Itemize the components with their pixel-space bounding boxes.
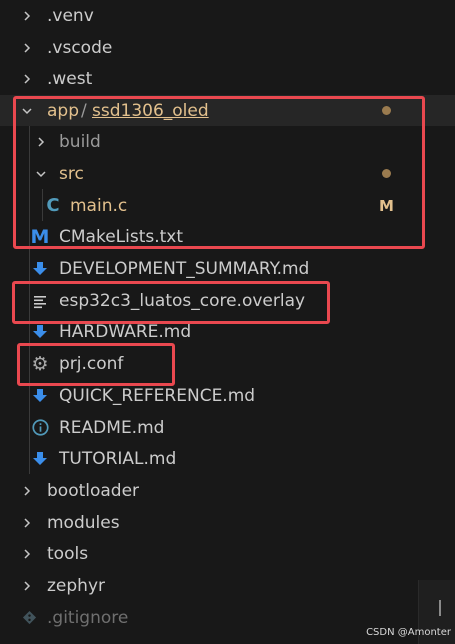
folder-label: .west [47,68,93,89]
download-arrow-icon [31,387,49,405]
tree-folder-vscode[interactable]: .vscode [0,32,455,63]
tree-folder-app-ssd1306-oled[interactable]: app / ssd1306_oled [0,95,455,126]
chevron-right-icon [20,547,34,561]
lines-file-icon [31,292,49,310]
chevron-right-icon [20,516,34,530]
chevron-right-icon [20,41,34,55]
tree-folder-src[interactable]: src [0,158,455,189]
file-label: main.c [70,195,128,216]
download-arrow-icon [31,260,49,278]
git-status-letter: M [379,196,394,215]
chevron-down-icon [34,167,48,181]
path-separator: / [81,100,87,121]
folder-label: bootloader [47,480,140,501]
file-label: DEVELOPMENT_SUMMARY.md [59,258,310,279]
folder-label: .venv [47,5,94,26]
tree-folder-tools[interactable]: tools [0,538,455,569]
cmake-file-icon: M [30,225,50,248]
tree-file-development-summary[interactable]: DEVELOPMENT_SUMMARY.md [0,253,455,284]
modified-dot [382,106,391,115]
folder-label: zephyr [47,575,105,596]
tree-file-overlay[interactable]: esp32c3_luatos_core.overlay [0,285,455,316]
tree-file-prj-conf[interactable]: ⚙ prj.conf [0,348,455,379]
panel-divider [439,600,441,616]
folder-label: .vscode [47,37,113,58]
file-label: CMakeLists.txt [59,226,184,247]
folder-label: ssd1306_oled [92,100,209,121]
chevron-right-icon [34,135,48,149]
tree-folder-west[interactable]: .west [0,63,455,94]
info-icon [31,419,49,437]
file-label: .gitignore [47,607,129,628]
watermark-text: CSDN @Amonter [366,627,451,638]
tree-file-cmakelists[interactable]: M CMakeLists.txt [0,221,455,252]
gear-icon: ⚙ [31,352,49,375]
file-label: esp32c3_luatos_core.overlay [59,290,306,311]
tree-file-main-c[interactable]: C main.c M [0,190,455,221]
folder-label: src [59,163,84,184]
modified-dot [382,169,391,178]
tree-file-tutorial[interactable]: TUTORIAL.md [0,443,455,474]
file-label: README.md [59,417,165,438]
chevron-right-icon [20,9,34,23]
chevron-down-icon [20,104,34,118]
folder-label-prefix: app [47,100,79,121]
folder-label: tools [47,543,89,564]
tree-folder-zephyr[interactable]: zephyr [0,570,455,601]
chevron-right-icon [20,72,34,86]
tree-folder-build[interactable]: build [0,126,455,157]
folder-label: build [59,131,101,152]
folder-label: modules [47,512,120,533]
download-arrow-icon [31,450,49,468]
diamond-icon [20,609,38,627]
chevron-right-icon [20,484,34,498]
c-file-icon: C [46,195,60,216]
file-label: prj.conf [59,353,124,374]
tree-file-hardware[interactable]: HARDWARE.md [0,316,455,347]
tree-folder-modules[interactable]: modules [0,507,455,538]
chevron-right-icon [20,579,34,593]
tree-file-quick-reference[interactable]: QUICK_REFERENCE.md [0,380,455,411]
tree-file-readme[interactable]: README.md [0,412,455,443]
file-label: TUTORIAL.md [59,448,177,469]
download-arrow-icon [31,323,49,341]
tree-folder-bootloader[interactable]: bootloader [0,475,455,506]
file-label: HARDWARE.md [59,321,192,342]
tree-folder-venv[interactable]: .venv [0,0,455,31]
file-label: QUICK_REFERENCE.md [59,385,256,406]
